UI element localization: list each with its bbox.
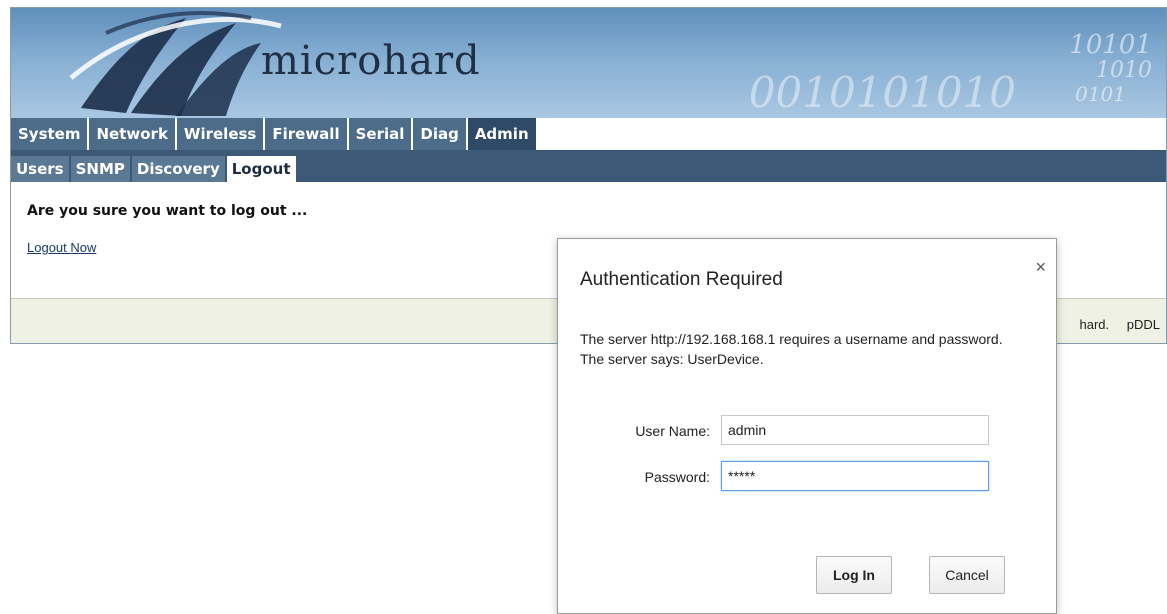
tab-firewall[interactable]: Firewall — [265, 118, 347, 150]
brand-name: microhard — [261, 38, 481, 84]
main-nav: System Network Wireless Firewall Serial … — [11, 118, 538, 150]
username-label: User Name: — [635, 423, 710, 439]
binary-decoration: 10101 — [1069, 30, 1152, 60]
dialog-message: The server http://192.168.168.1 requires… — [580, 331, 1003, 367]
authentication-dialog: Authentication Required × The server htt… — [557, 238, 1057, 614]
username-input[interactable] — [721, 415, 989, 445]
header-banner: microhard 10101 1010 0101 0010101010 — [11, 8, 1166, 118]
tab-system[interactable]: System — [11, 118, 88, 150]
subtab-discovery[interactable]: Discovery — [131, 156, 225, 182]
tab-serial[interactable]: Serial — [348, 118, 412, 150]
tab-admin[interactable]: Admin — [467, 118, 536, 150]
binary-decoration: 0101 — [1075, 82, 1126, 106]
logout-now-link[interactable]: Logout Now — [27, 240, 96, 255]
cancel-button[interactable]: Cancel — [929, 556, 1005, 594]
close-icon[interactable]: × — [1035, 257, 1046, 278]
tab-wireless[interactable]: Wireless — [176, 118, 264, 150]
logout-question: Are you sure you want to log out ... — [27, 203, 308, 219]
tab-diag[interactable]: Diag — [413, 118, 466, 150]
binary-decoration: 0010101010 — [748, 68, 1016, 117]
password-input[interactable] — [721, 461, 989, 491]
footer-text: hard. pDDL — [1079, 317, 1160, 332]
subtab-users[interactable]: Users — [11, 156, 69, 182]
subtab-snmp[interactable]: SNMP — [70, 156, 130, 182]
dialog-title: Authentication Required — [580, 269, 783, 290]
binary-decoration: 1010 — [1096, 58, 1152, 83]
sub-nav: Users SNMP Discovery Logout — [11, 156, 298, 182]
subtab-logout[interactable]: Logout — [226, 156, 296, 182]
tab-network[interactable]: Network — [89, 118, 175, 150]
log-in-button[interactable]: Log In — [816, 556, 892, 594]
password-label: Password: — [644, 469, 710, 485]
